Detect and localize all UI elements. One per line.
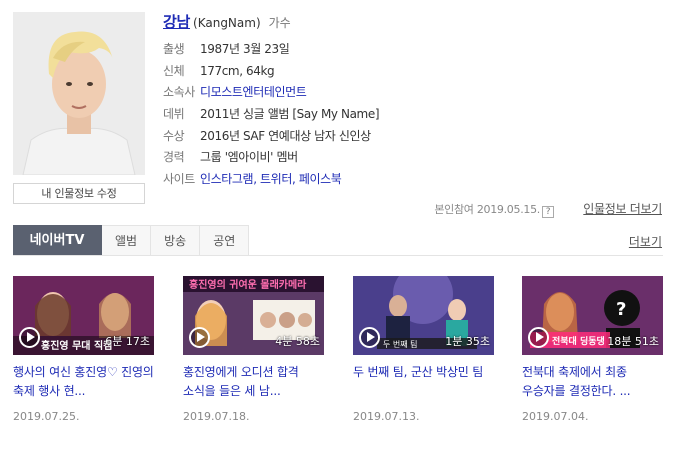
profile-info-list: 출생 1987년 3월 23일 신체 177cm, 64kg 소속사 디모스트엔터테인… [163,40,380,192]
video-date: 2019.07.13. [353,410,420,423]
video-duration: 4분 58초 [275,335,320,348]
video-title[interactable]: 두 번째 팀, 군산 박상민 팀 [353,363,494,401]
info-label: 데뷔 [163,107,185,122]
tab-concert[interactable]: 공연 [200,225,250,256]
info-value: 2016년 SAF 연예대상 남자 신인상 [200,128,371,143]
tab-broadcast[interactable]: 방송 [151,225,201,256]
media-tabs: 네이버TV 앨범 방송 공연 [13,225,250,256]
tab-divider [13,255,663,256]
tab-album[interactable]: 앨범 [102,225,152,256]
video-thumbnail[interactable]: 홍진영의 귀여운 몰래카메라 4분 58초 [183,276,324,355]
video-card[interactable]: 두 번째 팀 1분 35초 두 번째 팀, 군산 박상민 팀 2019.07.1… [353,276,494,423]
info-value: 177cm, 64kg [200,63,275,78]
thumb-caption: 홍진영의 귀여운 몰래카메라 [189,278,307,291]
video-card[interactable]: ? 전북대 딩동댕 18분 51초 전북대 축제에서 최종 우승자를 결정한다.… [522,276,663,423]
tab-navertv[interactable]: 네이버TV [13,225,102,256]
info-label: 경력 [163,150,185,165]
agency-link[interactable]: 디모스트엔터테인먼트 [200,85,307,99]
info-row-debut: 데뷔 2011년 싱글 앨범 [Say My Name] [163,105,380,127]
video-card[interactable]: 홍진영의 귀여운 몰래카메라 4분 58초 홍진영에게 오디션 합격 소식을 들… [183,276,324,423]
facebook-link[interactable]: 페이스북 [299,172,342,186]
video-title[interactable]: 홍진영에게 오디션 합격 소식을 들은 세 남... [183,363,324,401]
profile-name-english: (KangNam) [193,16,261,30]
info-label: 소속사 [163,85,195,100]
tab-more-link[interactable]: 더보기 [629,233,662,250]
info-row-agency: 소속사 디모스트엔터테인먼트 [163,83,379,105]
thumb-caption: 홍진영 무대 직캠 [41,339,112,352]
play-icon [19,327,40,348]
twitter-link[interactable]: 트위터 [260,172,292,186]
profile-job: 가수 [268,16,291,30]
info-value: 1987년 3월 23일 [200,42,290,56]
svg-text:?: ? [616,299,626,320]
profile-name-link[interactable]: 강남 [163,13,190,31]
video-thumbnail[interactable]: ? 전북대 딩동댕 18분 51초 [522,276,663,355]
info-row-site: 사이트 인스타그램, 트위터, 페이스북 [163,172,342,187]
thumb-caption: 두 번째 팀 [383,339,418,349]
thumb-caption: 전북대 딩동댕 [552,335,605,347]
video-date: 2019.07.04. [522,410,589,423]
verify-text: 본인참여 2019.05.15. [434,203,540,216]
video-date: 2019.07.25. [13,410,80,423]
video-duration: 1분 35초 [445,335,490,348]
profile-name-row: 강남 (KangNam) 가수 [163,11,291,31]
info-label: 신체 [163,63,185,78]
video-card[interactable]: 홍진영 무대 직캠 6분 17초 행사의 여신 홍진영♡ 진영의 축제 행사 현… [13,276,154,423]
instagram-link[interactable]: 인스타그램 [200,172,254,186]
info-label: 출생 [163,42,185,56]
info-value: 2011년 싱글 앨범 [Say My Name] [200,107,380,122]
profile-photo[interactable] [13,12,145,175]
help-icon[interactable]: ? [542,206,554,218]
video-title[interactable]: 전북대 축제에서 최종 우승자를 결정한다. ... [522,363,663,401]
info-row-career: 경력 그룹 '엠아이비' 멤버 [163,148,379,170]
play-icon [528,327,549,348]
video-thumbnail[interactable]: 홍진영 무대 직캠 6분 17초 [13,276,154,355]
info-row-body: 신체 177cm, 64kg [163,62,379,84]
video-duration: 6분 17초 [105,335,150,348]
info-value: 그룹 '엠아이비' 멤버 [200,150,298,165]
info-row-birth: 출생 1987년 3월 23일 [163,40,379,62]
video-title[interactable]: 행사의 여신 홍진영♡ 진영의 축제 행사 현... [13,363,154,401]
video-thumbnail[interactable]: 두 번째 팀 1분 35초 [353,276,494,355]
video-date: 2019.07.18. [183,410,250,423]
play-icon [359,327,380,348]
info-label: 사이트 [163,172,195,187]
info-row-award: 수상 2016년 SAF 연예대상 남자 신인상 [163,127,379,149]
play-icon [189,327,210,348]
video-duration: 18분 51초 [607,335,659,348]
profile-more-link[interactable]: 인물정보 더보기 [583,200,662,217]
info-label: 수상 [163,128,185,143]
edit-profile-button[interactable]: 내 인물정보 수정 [13,183,145,204]
self-verified-date: 본인참여 2019.05.15.? [434,201,554,218]
